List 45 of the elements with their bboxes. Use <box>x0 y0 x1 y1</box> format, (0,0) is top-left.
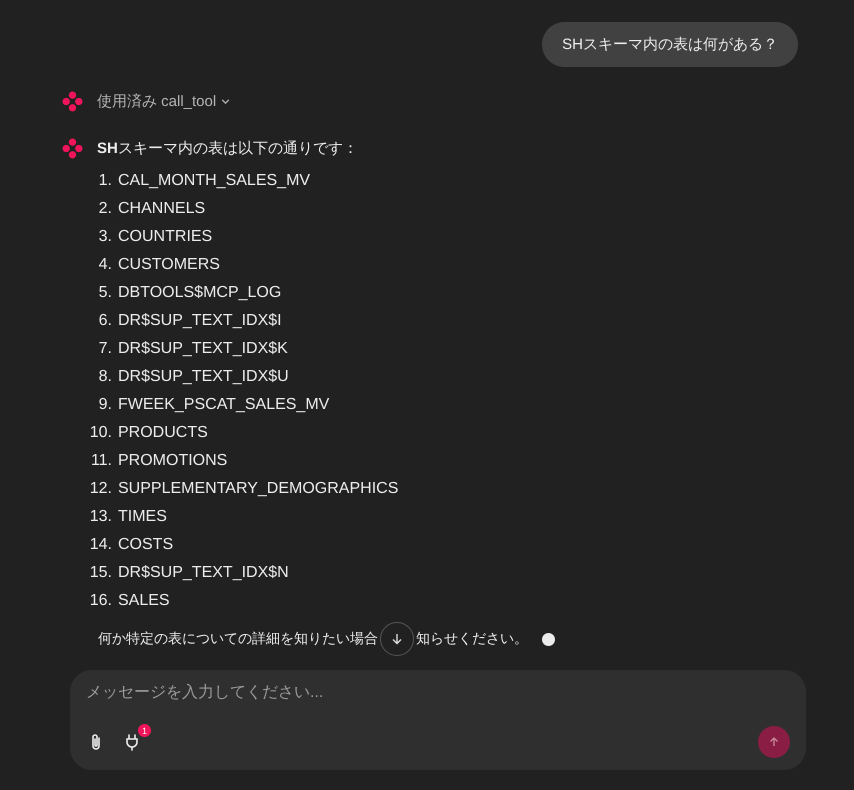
list-number: 15. <box>88 564 112 582</box>
table-name: CHANNELS <box>118 200 206 218</box>
table-name: PROMOTIONS <box>118 452 228 470</box>
table-name: DBTOOLS$MCP_LOG <box>118 284 282 302</box>
list-number: 14. <box>88 536 112 554</box>
user-message: SHスキーマ内の表は何がある？ <box>542 22 798 67</box>
table-name: DR$SUP_TEXT_IDX$I <box>118 312 282 330</box>
list-number: 7. <box>98 340 112 358</box>
logo-icon <box>62 138 83 159</box>
closing-text: 何か特定の表についての詳細を知りたい場合 <box>98 630 378 648</box>
list-number: 9. <box>98 396 112 414</box>
table-name: CUSTOMERS <box>118 256 220 274</box>
arrow-up-icon <box>768 736 780 748</box>
arrow-down-icon <box>390 632 404 646</box>
answer-intro: SHスキーマ内の表は以下の通りです： <box>97 139 358 158</box>
list-number: 8. <box>98 368 112 386</box>
table-name: COSTS <box>118 536 174 554</box>
notification-badge: 1 <box>138 724 151 737</box>
logo-icon <box>62 91 83 112</box>
list-number: 1. <box>98 172 112 190</box>
message-input[interactable]: メッセージを入力してください... <box>86 680 790 706</box>
list-number: 6. <box>98 312 112 330</box>
table-name: SALES <box>118 592 170 610</box>
list-number: 3. <box>98 228 112 246</box>
table-name: DR$SUP_TEXT_IDX$N <box>118 564 289 582</box>
list-number: 5. <box>98 284 112 302</box>
table-name: COUNTRIES <box>118 228 212 246</box>
list-number: 12. <box>88 480 112 498</box>
list-number: 11. <box>90 452 112 470</box>
list-number: 13. <box>88 508 112 526</box>
list-number: 4. <box>98 256 112 274</box>
list-number: 2. <box>98 200 112 218</box>
message-field[interactable]: メッセージを入力してください... 1 <box>70 670 806 770</box>
list-number: 16. <box>88 592 112 610</box>
table-name: DR$SUP_TEXT_IDX$K <box>118 340 288 358</box>
table-name: SUPPLEMENTARY_DEMOGRAPHICS <box>118 480 398 498</box>
table-name: TIMES <box>118 508 167 526</box>
list-number: 10. <box>88 424 112 442</box>
table-name: FWEEK_PSCAT_SALES_MV <box>118 396 330 414</box>
table-name: PRODUCTS <box>118 424 208 442</box>
table-name: DR$SUP_TEXT_IDX$U <box>118 368 289 386</box>
closing-text: 知らせください。 <box>416 630 528 648</box>
scroll-down-button[interactable] <box>380 622 414 656</box>
table-name: CAL_MONTH_SALES_MV <box>118 172 310 190</box>
tool-call-toggle[interactable]: 使用済み call_tool <box>97 92 232 111</box>
